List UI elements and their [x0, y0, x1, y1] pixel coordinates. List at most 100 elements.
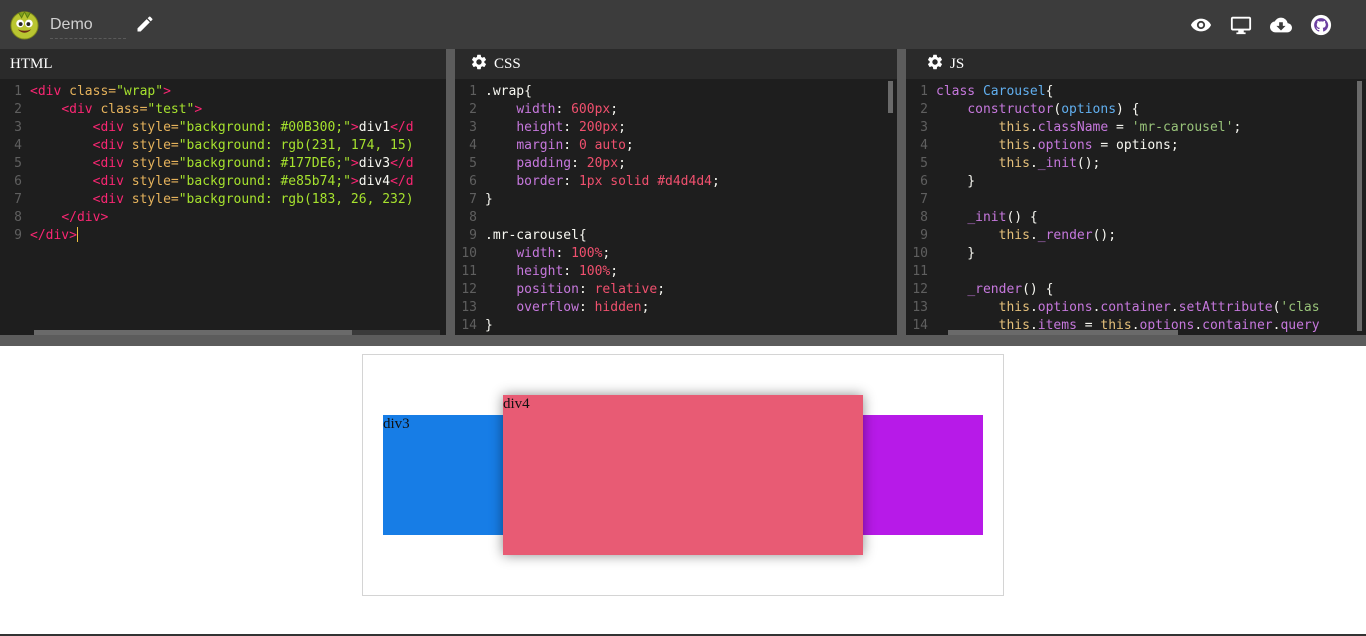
code-line[interactable]: 12 position: relative;	[455, 281, 897, 299]
code-text: this.options = options;	[998, 138, 1179, 153]
code-line[interactable]: 9 </div>	[0, 227, 446, 245]
code-text: height: 100%;	[516, 264, 619, 279]
js-panel-header[interactable]: JS	[906, 49, 1366, 79]
code-line[interactable]: 1 .wrap{	[455, 83, 897, 101]
code-line[interactable]: 2 <div class="test">	[0, 101, 446, 119]
css-panel-label: CSS	[494, 56, 521, 72]
line-number: 7	[920, 192, 928, 207]
code-line[interactable]: 7}	[455, 191, 897, 209]
line-number: 10	[461, 246, 477, 261]
line-number: 14	[461, 318, 477, 333]
line-number: 1	[920, 84, 928, 99]
code-line[interactable]: 6 <div style="background: #e85b74;">div4…	[0, 173, 446, 191]
line-number: 9	[920, 228, 928, 243]
js-horizontal-scrollbar[interactable]	[948, 330, 1178, 335]
line-number: 3	[469, 120, 477, 135]
code-line[interactable]: 6 }	[906, 173, 1366, 191]
editor-area: HTML 1 <div class="wrap"> 2 <div class="te…	[0, 49, 1366, 346]
line-number: 9	[469, 228, 477, 243]
code-line[interactable]: 7 <div style="background: rgb(183, 26, 2…	[0, 191, 446, 209]
line-number: 8	[14, 210, 22, 225]
gear-icon[interactable]	[926, 53, 944, 71]
code-line[interactable]: 5 <div style="background: #177DE6;">div3…	[0, 155, 446, 173]
carousel-slide-div4[interactable]: div4	[503, 395, 863, 555]
code-text: constructor(options) {	[967, 102, 1140, 117]
code-line[interactable]: 6 border: 1px solid #d4d4d4;	[455, 173, 897, 191]
js-panel: JS 1 class Carousel{2 constructor(options…	[906, 49, 1366, 335]
code-line[interactable]: 9 this._render();	[906, 227, 1366, 245]
code-text: this._render();	[998, 228, 1117, 243]
code-line[interactable]: 3 <div style="background: #00B300;">div1…	[0, 119, 446, 137]
line-number: 11	[912, 264, 928, 279]
code-line[interactable]: 10 width: 100%;	[455, 245, 897, 263]
code-text: this.className = 'mr-carousel';	[998, 120, 1242, 135]
code-text: }	[936, 246, 976, 261]
css-panel: CSS 1 .wrap{2 width: 600px; 3 height: 200p…	[455, 49, 897, 335]
code-line[interactable]: 3 this.className = 'mr-carousel';	[906, 119, 1366, 137]
code-line[interactable]: 5 this._init();	[906, 155, 1366, 173]
code-text: <div style="background: #00B300;">div1</…	[92, 120, 414, 135]
slide-label: div4	[503, 396, 530, 412]
line-number: 5	[469, 156, 477, 171]
github-icon[interactable]	[1310, 14, 1332, 36]
code-text: <div style="background: rgb(183, 26, 232…	[92, 192, 414, 207]
line-number: 4	[14, 138, 22, 153]
html-panel-header[interactable]: HTML	[0, 49, 446, 79]
code-text: <div class="test">	[61, 102, 203, 117]
line-number: 11	[461, 264, 477, 279]
monitor-icon[interactable]	[1230, 14, 1252, 36]
avatar-logo[interactable]	[9, 9, 40, 40]
code-line[interactable]: 14}	[455, 317, 897, 335]
code-line[interactable]: 4 this.options = options;	[906, 137, 1366, 155]
css-code-editor[interactable]: 1 .wrap{2 width: 600px; 3 height: 200px; 4 …	[455, 79, 897, 335]
preview-pane: div3 div4	[0, 346, 1366, 634]
line-number: 2	[14, 102, 22, 117]
code-line[interactable]: 10 }	[906, 245, 1366, 263]
code-line[interactable]: 4 <div style="background: rgb(231, 174, …	[0, 137, 446, 155]
code-line[interactable]: 2 constructor(options) {	[906, 101, 1366, 119]
gear-icon[interactable]	[470, 53, 488, 71]
code-line[interactable]: 13 overflow: hidden;	[455, 299, 897, 317]
eye-icon[interactable]	[1190, 14, 1212, 36]
css-vertical-scrollbar[interactable]	[888, 81, 893, 113]
html-code-editor[interactable]: 1 <div class="wrap"> 2 <div class="test"> 3…	[0, 79, 446, 245]
code-line[interactable]: 8	[455, 209, 897, 227]
css-panel-header[interactable]: CSS	[455, 49, 897, 79]
code-line[interactable]: 5 padding: 20px;	[455, 155, 897, 173]
cloud-download-icon[interactable]	[1270, 14, 1292, 36]
code-line[interactable]: 2 width: 600px;	[455, 101, 897, 119]
line-number: 1	[469, 84, 477, 99]
code-text: _render() {	[967, 282, 1054, 297]
html-horizontal-scrollbar[interactable]	[34, 330, 352, 335]
line-number: 6	[469, 174, 477, 189]
line-number: 2	[920, 102, 928, 117]
js-vertical-scrollbar[interactable]	[1357, 81, 1362, 331]
code-line[interactable]: 7	[906, 191, 1366, 209]
code-text: }	[485, 318, 493, 333]
code-line[interactable]: 3 height: 200px;	[455, 119, 897, 137]
code-line[interactable]: 8 </div>	[0, 209, 446, 227]
line-number: 7	[14, 192, 22, 207]
code-line[interactable]: 11 height: 100%;	[455, 263, 897, 281]
line-number: 8	[920, 210, 928, 225]
code-text: }	[936, 174, 976, 189]
slide-label: div3	[383, 416, 410, 432]
js-panel-label: JS	[950, 56, 965, 72]
code-line[interactable]: 9 .mr-carousel{	[455, 227, 897, 245]
code-line[interactable]: 1 class Carousel{	[906, 83, 1366, 101]
line-number: 6	[920, 174, 928, 189]
code-line[interactable]: 4 margin: 0 auto;	[455, 137, 897, 155]
code-line[interactable]: 8 _init() {	[906, 209, 1366, 227]
line-number: 14	[912, 318, 928, 333]
code-line[interactable]: 12 _render() {	[906, 281, 1366, 299]
code-line[interactable]: 1 <div class="wrap">	[0, 83, 446, 101]
js-code-editor[interactable]: 1 class Carousel{2 constructor(options) {…	[906, 79, 1366, 335]
carousel-wrap: div3 div4	[362, 354, 1004, 596]
code-line[interactable]: 13 this.options.container.setAttribute('…	[906, 299, 1366, 317]
app-title[interactable]: Demo	[50, 16, 126, 39]
code-text: width: 100%;	[516, 246, 611, 261]
code-text: height: 200px;	[516, 120, 626, 135]
code-text: _init() {	[967, 210, 1038, 225]
pencil-icon[interactable]	[135, 14, 155, 34]
code-line[interactable]: 11	[906, 263, 1366, 281]
